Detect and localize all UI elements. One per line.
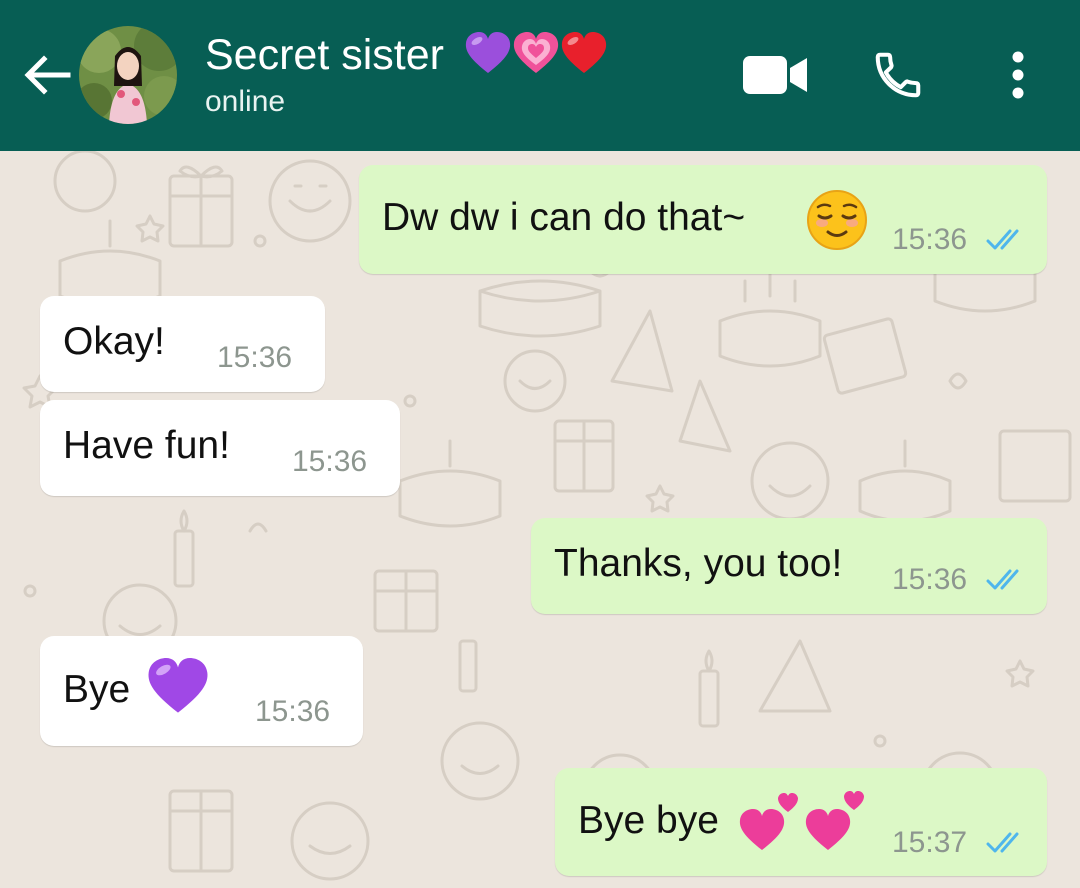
message-bubble-outgoing[interactable]: Thanks, you too! 15:36 — [531, 518, 1047, 614]
message-text: Thanks, you too! — [554, 542, 843, 585]
chat-header: Secret sister online — [0, 0, 1080, 151]
voice-call-button[interactable] — [871, 48, 925, 107]
message-timestamp: 15:36 — [292, 445, 368, 478]
read-ticks-icon — [986, 229, 1019, 250]
message-bubble-outgoing[interactable]: Bye bye 15:37 — [555, 768, 1047, 876]
message-bubble-outgoing[interactable]: Dw dw i can do that~ 15:36 — [359, 165, 1047, 274]
message-timestamp: 15:36 — [892, 223, 968, 256]
contact-info[interactable]: Secret sister online — [205, 28, 608, 122]
contact-name-text: Secret sister — [205, 31, 444, 79]
message-text: Bye bye — [578, 799, 719, 842]
message-timestamp: 15:36 — [217, 341, 293, 374]
read-ticks-icon — [986, 832, 1019, 853]
message-bubble-incoming[interactable]: Bye 15:36 — [40, 636, 363, 746]
message-bubble-incoming[interactable]: Okay! 15:36 — [40, 296, 325, 392]
message-timestamp: 15:36 — [892, 563, 968, 596]
avatar-photo — [79, 26, 177, 124]
message-text: Have fun! — [63, 424, 230, 467]
video-call-button[interactable] — [743, 54, 809, 101]
relieved-face-icon — [807, 190, 867, 250]
avatar[interactable] — [79, 26, 177, 124]
arrow-left-icon — [24, 55, 71, 95]
message-timestamp: 15:36 — [255, 695, 331, 728]
purple-heart-icon — [148, 658, 208, 713]
contact-name: Secret sister — [205, 28, 608, 82]
more-vertical-icon — [1012, 51, 1024, 99]
message-text: Bye — [63, 668, 131, 711]
more-options-button[interactable] — [1002, 50, 1034, 105]
growing-heart-icon — [513, 32, 559, 73]
message-text: Okay! — [63, 320, 165, 363]
contact-status: online — [205, 85, 286, 118]
message-text: Dw dw i can do that~ — [382, 196, 746, 239]
read-ticks-icon — [986, 569, 1019, 590]
phone-icon — [875, 52, 921, 98]
red-heart-icon — [561, 32, 607, 73]
message-bubble-incoming[interactable]: Have fun! 15:36 — [40, 400, 400, 496]
back-button[interactable] — [20, 48, 74, 102]
purple-heart-icon — [465, 32, 511, 73]
message-timestamp: 15:37 — [892, 826, 968, 859]
video-camera-icon — [743, 56, 807, 94]
two-hearts-icon — [739, 791, 864, 850]
